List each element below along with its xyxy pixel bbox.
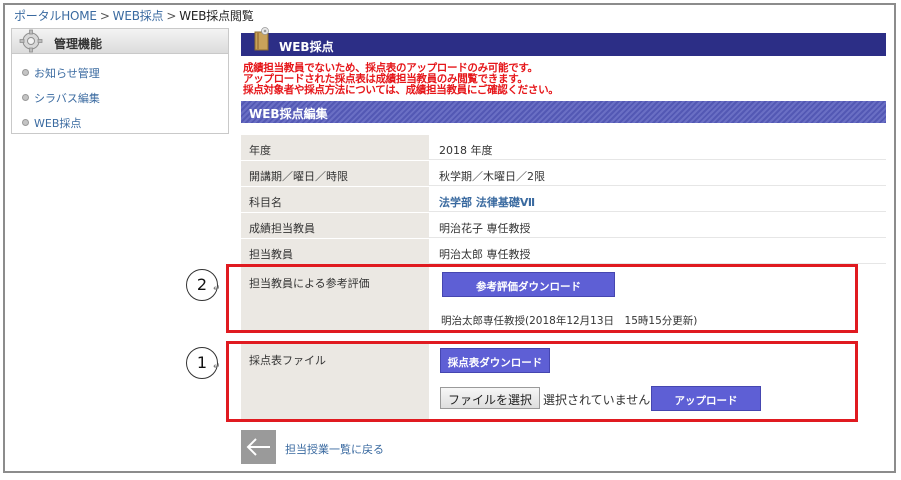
- breadcrumb-current: WEB採点閲覧: [179, 9, 254, 23]
- back-to-course-list-link[interactable]: 担当授業一覧に戻る: [285, 441, 384, 457]
- row-value: 明治太郎 専任教授: [429, 239, 886, 264]
- table-row: 開講期／曜日／時限 秋学期／木曜日／2限: [241, 160, 886, 186]
- bullet-icon: [22, 119, 29, 126]
- row-label: 年度: [241, 135, 429, 160]
- highlight-box-2: [226, 264, 858, 333]
- main-header: WEB採点: [241, 27, 886, 56]
- row-label: 成績担当教員: [241, 213, 429, 238]
- row-value: 秋学期／木曜日／2限: [429, 161, 886, 186]
- row-label: 担当教員: [241, 239, 429, 264]
- table-row: 科目名 法学部 法律基礎Ⅶ: [241, 186, 886, 212]
- warning-line: 採点対象者や採点方法については、成績担当教員にご確認ください。: [243, 84, 559, 96]
- breadcrumb-home-link[interactable]: ポータルHOME: [14, 9, 97, 23]
- bullet-icon: [22, 94, 29, 101]
- return-mark: ↵: [213, 284, 221, 294]
- section-title: WEB採点編集: [249, 107, 328, 121]
- bullet-icon: [22, 69, 29, 76]
- highlight-box-1: [226, 341, 858, 422]
- sidebar-item-web-grading[interactable]: WEB採点: [22, 115, 81, 131]
- course-name-link[interactable]: 法学部 法律基礎Ⅶ: [429, 187, 886, 212]
- row-label: 開講期／曜日／時限: [241, 161, 429, 186]
- table-row: 担当教員 明治太郎 専任教授: [241, 238, 886, 264]
- sidebar-item-notice-admin[interactable]: お知らせ管理: [22, 65, 100, 81]
- row-label: 科目名: [241, 187, 429, 212]
- gear-icon: [19, 29, 43, 53]
- table-row: 成績担当教員 明治花子 専任教授: [241, 212, 886, 238]
- back-arrow-button[interactable]: [241, 430, 276, 464]
- info-table: 年度 2018 年度 開講期／曜日／時限 秋学期／木曜日／2限 科目名 法学部 …: [241, 134, 886, 264]
- arrow-left-icon: [246, 438, 270, 456]
- breadcrumb-web-grading-link[interactable]: WEB採点: [113, 9, 164, 23]
- sidebar: 管理機能 お知らせ管理 シラバス編集 WEB採点: [11, 28, 229, 134]
- sidebar-item-label: シラバス編集: [34, 92, 100, 105]
- return-mark: ↵: [213, 362, 221, 372]
- warning-message: 成績担当教員でないため、採点表のアップロードのみ可能です。 アップロードされた採…: [243, 63, 559, 96]
- breadcrumb-separator: >: [99, 9, 110, 23]
- table-row: 年度 2018 年度: [241, 134, 886, 160]
- row-value: 2018 年度: [429, 135, 886, 160]
- sidebar-item-syllabus-edit[interactable]: シラバス編集: [22, 90, 100, 106]
- row-value: 明治花子 専任教授: [429, 213, 886, 238]
- sidebar-header: 管理機能: [12, 29, 228, 54]
- sidebar-item-label: WEB採点: [34, 117, 82, 130]
- breadcrumb-separator: >: [166, 9, 177, 23]
- page-title: WEB採点: [279, 40, 334, 54]
- section-header: WEB採点編集: [241, 101, 886, 123]
- breadcrumb: ポータルHOME > WEB採点 > WEB採点閲覧: [14, 7, 254, 24]
- sidebar-item-label: お知らせ管理: [34, 67, 100, 80]
- sidebar-title: 管理機能: [54, 37, 103, 51]
- book-icon: [254, 27, 269, 51]
